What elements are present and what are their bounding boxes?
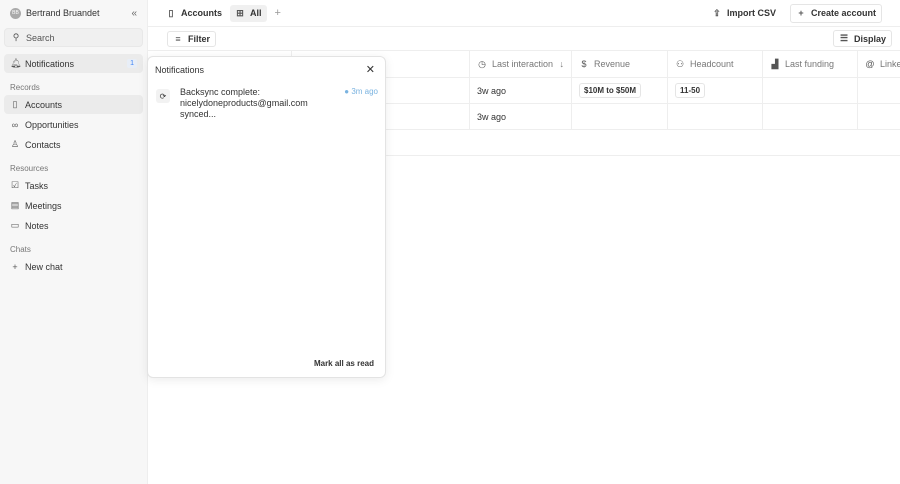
people-icon: ⚇: [675, 58, 685, 69]
sidebar-item-label: Meetings: [25, 200, 62, 211]
avatar: BB: [10, 7, 21, 19]
create-account-button[interactable]: + Create account: [789, 3, 882, 23]
add-view-icon[interactable]: +: [275, 7, 281, 19]
button-label: Filter: [188, 33, 211, 44]
plus-icon: +: [798, 8, 804, 18]
cell-last-interaction: 3w ago: [470, 78, 572, 103]
time-label: 3m ago: [351, 87, 378, 96]
sidebar-item-label: Contacts: [25, 139, 61, 150]
cell-last-funding: [763, 78, 858, 103]
search-label: Search: [26, 32, 55, 43]
upload-icon: ⇪: [713, 7, 721, 18]
toolbar: ≡ Filter ☰ Display: [148, 27, 900, 51]
filter-button[interactable]: ≡ Filter: [167, 30, 217, 47]
sort-desc-icon[interactable]: ↓: [560, 59, 565, 69]
sidebar-item-contacts[interactable]: ♙ Contacts: [4, 135, 143, 154]
filter-icon: ≡: [175, 33, 181, 44]
column-header-linkedin[interactable]: @ Linked: [858, 51, 900, 77]
cell-last-interaction: 3w ago: [470, 104, 572, 129]
sliders-icon: ☰: [839, 33, 849, 43]
sync-icon: ⟳: [156, 89, 170, 103]
plus-icon: +: [12, 261, 18, 272]
search-input[interactable]: ⚲ Search: [4, 28, 143, 47]
cell-linkedin: [858, 78, 900, 103]
sidebar-item-label: Accounts: [25, 99, 63, 110]
section-records: Records: [10, 83, 40, 92]
sidebar-item-accounts[interactable]: ▯ Accounts: [4, 95, 143, 114]
sidebar-item-notifications[interactable]: 🔔︎ Notifications 1: [4, 54, 143, 73]
sidebar-item-label: New chat: [25, 261, 63, 272]
cell-last-funding: [763, 104, 858, 129]
object-label: Accounts: [181, 8, 223, 18]
display-button[interactable]: ☰ Display: [832, 30, 892, 47]
notifications-popup: Notifications ✕ ⟳ Backsync complete: nic…: [147, 56, 386, 378]
table-icon: ⊞: [236, 7, 244, 18]
dollar-icon: $: [581, 59, 587, 69]
sidebar-item-label: Notifications: [25, 58, 75, 69]
sidebar-item-tasks[interactable]: ☑ Tasks: [4, 176, 143, 195]
opportunities-icon: ∞: [11, 119, 19, 130]
import-csv-button[interactable]: ⇪ Import CSV: [706, 4, 782, 23]
sidebar-item-label: Notes: [25, 220, 49, 231]
sidebar-item-meetings[interactable]: ▤ Meetings: [4, 196, 143, 215]
cell-headcount: [668, 104, 763, 129]
sidebar-item-label: Opportunities: [25, 119, 79, 130]
section-resources: Resources: [10, 164, 49, 173]
cell-revenue: [572, 104, 668, 129]
column-header-headcount[interactable]: ⚇ Headcount: [668, 51, 763, 77]
bell-icon: 🔔︎: [10, 58, 22, 68]
notification-item[interactable]: ⟳ Backsync complete: nicelydoneproducts@…: [156, 87, 378, 120]
column-header-revenue[interactable]: $ Revenue: [572, 51, 668, 77]
new-chat-button[interactable]: + New chat: [4, 257, 143, 276]
button-label: Create account: [810, 8, 876, 18]
column-label: Last funding: [785, 59, 835, 69]
column-header-last-funding[interactable]: ▟ Last funding: [763, 51, 858, 77]
column-label: Last interaction: [492, 59, 554, 69]
checkbox-icon: ☑: [10, 180, 20, 190]
note-icon: ▭: [10, 220, 20, 230]
building-icon: ▯: [168, 7, 174, 18]
calendar-icon: ▤: [10, 200, 20, 210]
tab-all[interactable]: ⊞ All: [230, 4, 267, 22]
header: ▯ Accounts ⊞ All + ⇪ Import CSV + Create acc…: [148, 0, 900, 27]
close-icon[interactable]: ✕: [366, 63, 375, 76]
chart-icon: ▟: [771, 58, 779, 69]
column-label: Linked: [880, 59, 900, 69]
tab-label: All: [250, 8, 262, 18]
mark-all-read-button[interactable]: Mark all as read: [314, 359, 374, 368]
column-label: Revenue: [594, 59, 631, 69]
header-actions: ⇪ Import CSV + Create account: [698, 3, 882, 23]
cell-revenue: $10M to $50M: [572, 78, 668, 103]
search-icon: ⚲: [12, 32, 20, 42]
section-chats: Chats: [10, 245, 31, 254]
notification-body: nicelydoneproducts@gmail.com synced...: [180, 98, 308, 119]
popup-title: Notifications: [155, 65, 205, 75]
cell-headcount: 11-50: [668, 78, 763, 103]
sidebar-item-opportunities[interactable]: ∞ Opportunities: [4, 115, 143, 134]
user-name: Bertrand Bruandet: [26, 8, 100, 18]
clock-icon: ◷: [478, 58, 486, 69]
cell-linkedin: [858, 104, 900, 129]
button-label: Import CSV: [726, 8, 776, 18]
sidebar-item-notes[interactable]: ▭ Notes: [4, 216, 143, 235]
notification-title: Backsync complete:: [180, 87, 261, 97]
object-title: ▯ Accounts: [166, 7, 223, 19]
headcount-chip: 11-50: [675, 83, 706, 98]
column-header-last-interaction[interactable]: ◷ Last interaction ↓: [470, 51, 572, 77]
column-label: Headcount: [690, 59, 734, 69]
notification-count-badge: 1: [127, 59, 137, 68]
notification-text: Backsync complete: nicelydoneproducts@gm…: [180, 87, 344, 120]
person-icon: ♙: [10, 139, 20, 149]
sidebar-item-label: Tasks: [25, 180, 49, 191]
notification-time: ● 3m ago: [344, 87, 378, 96]
at-icon: @: [865, 59, 875, 69]
collapse-sidebar-icon[interactable]: «: [131, 8, 137, 19]
building-icon: ▯: [12, 99, 18, 109]
button-label: Display: [853, 33, 886, 44]
sidebar: BB Bertrand Bruandet « ⚲ Search 🔔︎ Notific…: [0, 0, 148, 484]
user-menu[interactable]: BB Bertrand Bruandet «: [4, 6, 143, 20]
revenue-chip: $10M to $50M: [579, 83, 642, 98]
